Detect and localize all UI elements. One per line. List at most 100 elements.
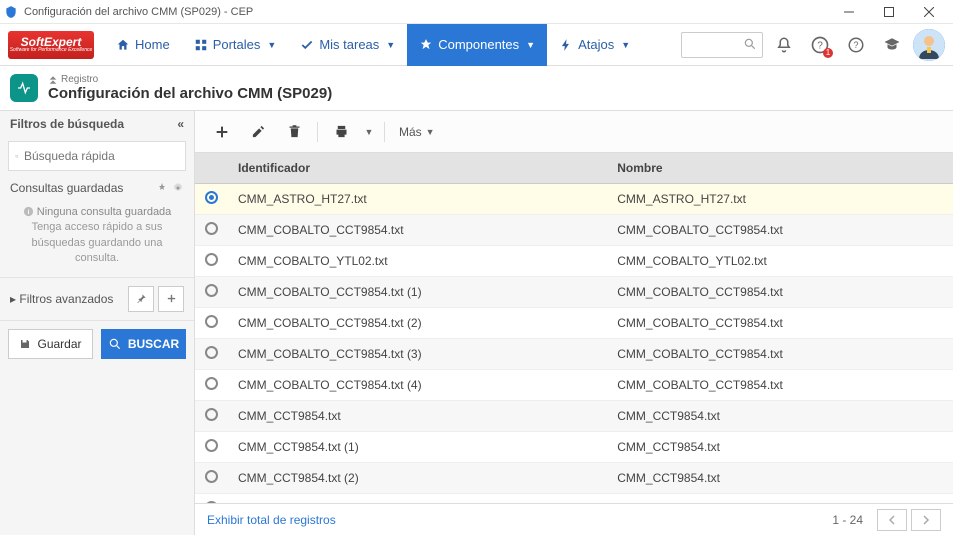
row-radio[interactable]	[205, 346, 218, 359]
collapse-sidebar-button[interactable]: «	[177, 117, 184, 131]
show-total-link[interactable]: Exhibir total de registros	[207, 513, 336, 527]
notifications-button[interactable]	[769, 30, 799, 60]
cell-identifier: CMM_COBALTO_CCT9854.txt (1)	[228, 277, 607, 308]
row-radio[interactable]	[205, 284, 218, 297]
cell-identifier: CMM_CCT9854.txt (2)	[228, 463, 607, 494]
advanced-filters-toggle[interactable]: ▸ Filtros avanzados	[0, 277, 194, 321]
row-radio[interactable]	[205, 408, 218, 421]
table-row[interactable]: CMM_ASTRO_HT27.txtCMM_ASTRO_HT27.txt	[195, 184, 953, 215]
edit-button[interactable]	[241, 117, 275, 147]
sidebar: Filtros de búsqueda « Consultas guardada…	[0, 111, 195, 535]
nav-componentes[interactable]: Componentes ▼	[407, 24, 547, 66]
module-icon	[10, 74, 38, 102]
breadcrumb: Registro	[48, 74, 332, 85]
toolbar: ▼ Más ▼	[195, 111, 953, 153]
row-radio[interactable]	[205, 439, 218, 452]
table-row[interactable]: CMM_COBALTO_CCT9854.txt (3)CMM_COBALTO_C…	[195, 339, 953, 370]
content-area: ▼ Más ▼ Identificador Nombre CMM_ASTRO_H…	[195, 111, 953, 535]
cell-identifier: CMM_COBALTO_CCT9854.txt (4)	[228, 370, 607, 401]
svg-text:?: ?	[817, 40, 823, 51]
cell-identifier: CMM_COBALTO_CCT9854.txt (2)	[228, 308, 607, 339]
cell-identifier: CMM_CCT9854.txt (1)	[228, 432, 607, 463]
quick-search-input[interactable]	[24, 149, 179, 163]
chevron-down-icon: ▼	[621, 40, 630, 50]
col-select	[195, 153, 228, 184]
row-radio[interactable]	[205, 315, 218, 328]
row-radio[interactable]	[205, 470, 218, 483]
sidebar-filters-header: Filtros de búsqueda «	[0, 111, 194, 137]
print-button[interactable]	[324, 117, 358, 147]
maximize-button[interactable]	[869, 0, 909, 24]
nav-home[interactable]: Home	[104, 24, 182, 66]
more-button[interactable]: Más ▼	[391, 117, 443, 147]
nav-portales-label: Portales	[213, 37, 261, 52]
nav-portales[interactable]: Portales ▼	[182, 24, 289, 66]
page-header: Registro Configuración del archivo CMM (…	[0, 66, 953, 111]
svg-text:?: ?	[853, 40, 858, 50]
table-row[interactable]: CMM_CCT9854.txt (2)CMM_CCT9854.txt	[195, 463, 953, 494]
gear-icon[interactable]	[172, 182, 184, 194]
cell-identifier: CMM_COBALTO_YTL02.txt	[228, 246, 607, 277]
pin-button[interactable]	[128, 286, 154, 312]
table-row[interactable]: CMM_COBALTO_YTL02.txtCMM_COBALTO_YTL02.t…	[195, 246, 953, 277]
nav-atajos[interactable]: Atajos ▼	[547, 24, 642, 66]
pin-icon[interactable]	[156, 182, 168, 194]
cell-name: CMM_CCT9854.txt	[607, 494, 953, 504]
col-identifier[interactable]: Identificador	[228, 153, 607, 184]
cell-name: CMM_CCT9854.txt	[607, 432, 953, 463]
row-radio[interactable]	[205, 377, 218, 390]
titlebar: Configuración del archivo CMM (SP029) - …	[0, 0, 953, 24]
logo: SoftExpert Software for Performance Exce…	[8, 31, 94, 59]
chevron-down-icon: ▼	[526, 40, 535, 50]
saved-queries-empty: i Ninguna consulta guardada Tenga acceso…	[0, 201, 194, 277]
table-wrapper[interactable]: Identificador Nombre CMM_ASTRO_HT27.txtC…	[195, 153, 953, 503]
quick-search[interactable]	[8, 141, 186, 171]
table-row[interactable]: CMM_CCT9854.txt (3)CMM_CCT9854.txt	[195, 494, 953, 504]
global-search[interactable]	[681, 32, 763, 58]
table-row[interactable]: CMM_COBALTO_CCT9854.txt (4)CMM_COBALTO_C…	[195, 370, 953, 401]
save-button[interactable]: Guardar	[8, 329, 93, 359]
print-dropdown[interactable]: ▼	[360, 117, 378, 147]
nav-componentes-label: Componentes	[438, 37, 519, 52]
cell-name: CMM_COBALTO_CCT9854.txt	[607, 339, 953, 370]
cell-identifier: CMM_CCT9854.txt	[228, 401, 607, 432]
prev-page-button[interactable]	[877, 509, 907, 531]
avatar[interactable]	[913, 29, 945, 61]
col-name[interactable]: Nombre	[607, 153, 953, 184]
table-row[interactable]: CMM_CCT9854.txt (1)CMM_CCT9854.txt	[195, 432, 953, 463]
add-button[interactable]	[205, 117, 239, 147]
svg-text:i: i	[27, 209, 29, 216]
search-button[interactable]: BUSCAR	[101, 329, 186, 359]
cell-identifier: CMM_ASTRO_HT27.txt	[228, 184, 607, 215]
academy-button[interactable]	[877, 30, 907, 60]
table-row[interactable]: CMM_COBALTO_CCT9854.txt (2)CMM_COBALTO_C…	[195, 308, 953, 339]
table-row[interactable]: CMM_CCT9854.txtCMM_CCT9854.txt	[195, 401, 953, 432]
row-radio[interactable]	[205, 501, 218, 503]
help-badge-button[interactable]: ? 1	[805, 30, 835, 60]
data-table: Identificador Nombre CMM_ASTRO_HT27.txtC…	[195, 153, 953, 503]
close-button[interactable]	[909, 0, 949, 24]
cell-name: CMM_CCT9854.txt	[607, 401, 953, 432]
row-radio[interactable]	[205, 222, 218, 235]
add-filter-button[interactable]	[158, 286, 184, 312]
badge-icon: 1	[823, 48, 833, 58]
search-icon	[743, 37, 757, 51]
table-row[interactable]: CMM_COBALTO_CCT9854.txtCMM_COBALTO_CCT98…	[195, 215, 953, 246]
nav-mistareas[interactable]: Mis tareas ▼	[288, 24, 407, 66]
app-icon	[4, 5, 18, 19]
cell-name: CMM_CCT9854.txt	[607, 463, 953, 494]
separator	[317, 122, 318, 142]
cell-name: CMM_COBALTO_YTL02.txt	[607, 246, 953, 277]
help-button[interactable]: ?	[841, 30, 871, 60]
row-radio[interactable]	[205, 253, 218, 266]
nav-atajos-label: Atajos	[578, 37, 614, 52]
search-icon	[15, 150, 19, 163]
row-radio[interactable]	[205, 191, 218, 204]
nav-mistareas-label: Mis tareas	[319, 37, 379, 52]
topbar: SoftExpert Software for Performance Exce…	[0, 24, 953, 66]
table-row[interactable]: CMM_COBALTO_CCT9854.txt (1)CMM_COBALTO_C…	[195, 277, 953, 308]
minimize-button[interactable]	[829, 0, 869, 24]
next-page-button[interactable]	[911, 509, 941, 531]
delete-button[interactable]	[277, 117, 311, 147]
cell-identifier: CMM_CCT9854.txt (3)	[228, 494, 607, 504]
